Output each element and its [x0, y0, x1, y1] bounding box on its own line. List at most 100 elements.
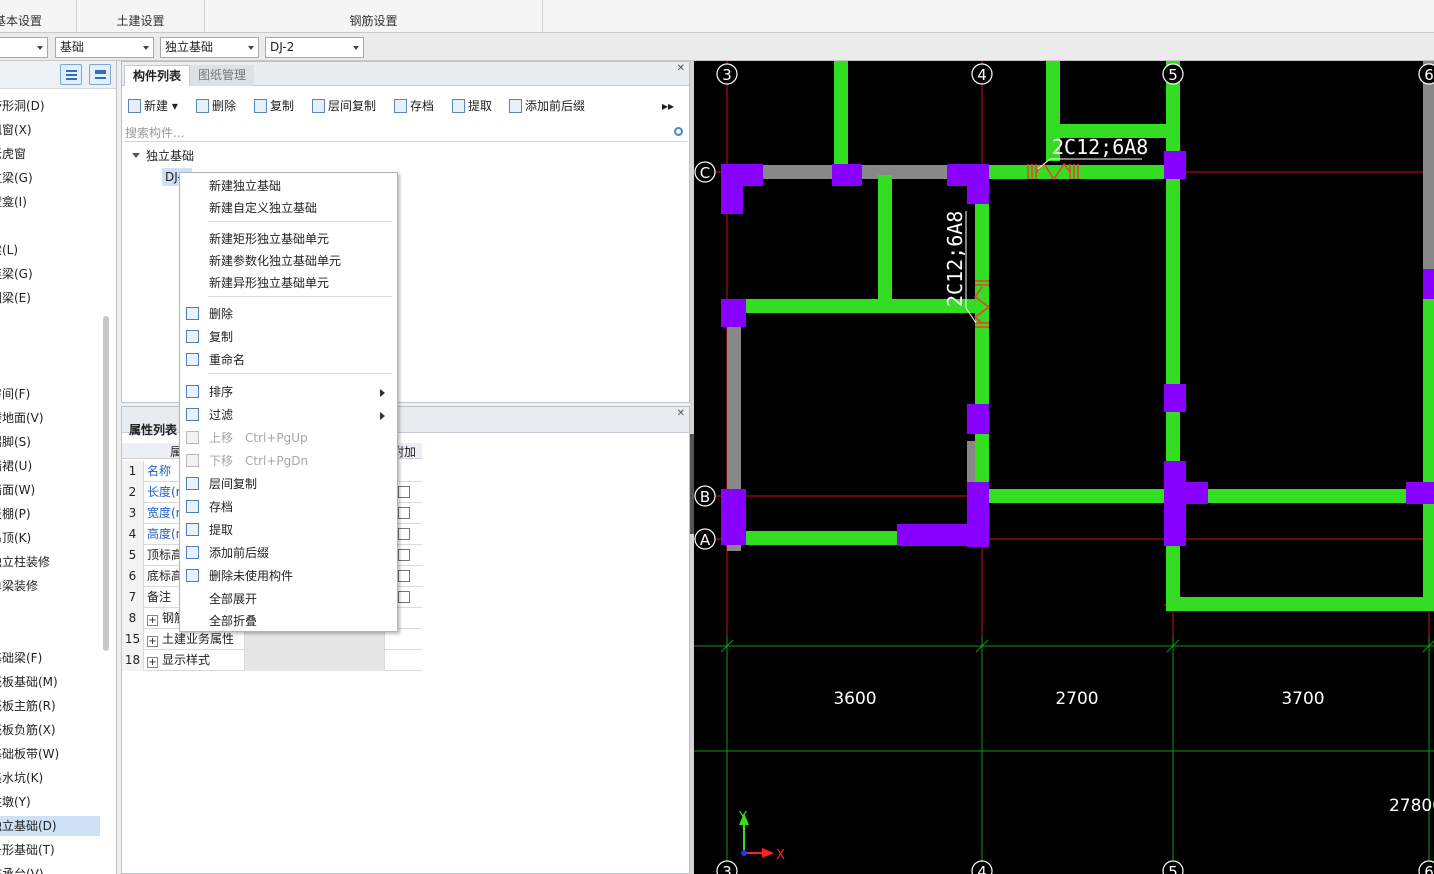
sidebar-item[interactable]: 独立柱装修 — [0, 552, 100, 572]
sidebar-item[interactable]: 房间(F) — [0, 384, 100, 404]
sidebar-item[interactable]: 天棚(P) — [0, 504, 100, 524]
property-value[interactable] — [244, 650, 384, 671]
ucs-x-label: X — [776, 848, 785, 863]
floor-copy-icon — [312, 99, 325, 113]
context-menu-item[interactable]: 新建自定义独立基础 — [180, 197, 397, 219]
menu-separator — [208, 221, 392, 222]
context-menu-item[interactable]: 全部折叠 — [180, 610, 397, 632]
add-prefix-suffix-button[interactable]: 添加前后缀 — [507, 96, 585, 116]
axis-bubble-6-bottom: 6 — [1424, 863, 1434, 874]
floor-copy-icon — [186, 477, 199, 490]
floor-select[interactable] — [0, 37, 48, 58]
property-row[interactable]: 15 + 土建业务属性 — [122, 629, 422, 650]
list-view-button[interactable] — [60, 64, 82, 85]
add-checkbox[interactable] — [398, 528, 410, 540]
ribbon-group-basic[interactable]: 基本设置 — [0, 0, 77, 33]
toolbar-overflow-button[interactable]: ▸▸ — [662, 96, 674, 116]
sidebar-item[interactable]: 柱墩(Y) — [0, 792, 100, 812]
search-input[interactable]: 搜索构件... — [124, 124, 687, 142]
close-icon[interactable]: ✕ — [677, 63, 685, 74]
add-checkbox[interactable] — [398, 549, 410, 561]
ribbon-group-civil[interactable]: 土建设置 — [77, 0, 205, 33]
sidebar-item[interactable]: 踢脚(S) — [0, 432, 100, 452]
context-menu-item[interactable]: 添加前后缀 — [180, 542, 397, 564]
sidebar-item[interactable]: 吊顶(K) — [0, 528, 100, 548]
context-menu-shortcut: Ctrl+PgDn — [245, 454, 309, 468]
expand-icon[interactable]: + — [147, 657, 158, 668]
context-menu-item[interactable]: 新建参数化独立基础单元 — [180, 250, 397, 272]
context-menu-item: 上移 Ctrl+PgUp — [180, 427, 397, 449]
property-row[interactable]: 18 + 显示样式 — [122, 650, 422, 671]
rebar-label-vertical: 2C12;6A8 — [943, 211, 967, 307]
category-select[interactable]: 基础 — [55, 37, 154, 58]
sidebar-item[interactable]: 筏板负筋(X) — [0, 720, 100, 740]
sidebar-item[interactable]: 带形洞(D) — [0, 96, 100, 116]
category-value: 基础 — [60, 40, 85, 54]
context-menu-item[interactable]: 删除未使用构件 — [180, 565, 397, 587]
sidebar-item[interactable]: 连梁(G) — [0, 264, 100, 284]
add-checkbox[interactable] — [398, 570, 410, 582]
sidebar-item[interactable]: 单梁装修 — [0, 576, 100, 596]
tree-collapse-icon[interactable] — [132, 153, 140, 158]
sidebar-item[interactable]: 筏板基础(M) — [0, 672, 100, 692]
tree-root-isolated-foundation[interactable]: 独立基础 — [132, 148, 194, 164]
sidebar-item[interactable]: 集水坑(K) — [0, 768, 100, 788]
close-icon[interactable]: ✕ — [677, 408, 685, 419]
sidebar-item[interactable]: 过梁(G) — [0, 168, 100, 188]
context-menu-item[interactable]: 提取 — [180, 519, 397, 541]
drawing-canvas[interactable]: 2C12;6A8 2C12;6A8 3 4 5 6 C B A 3 4 5 6 … — [694, 61, 1434, 874]
type-select[interactable]: 独立基础 — [160, 37, 259, 58]
sidebar-item[interactable]: 楼地面(V) — [0, 408, 100, 428]
sidebar-item[interactable]: 筏板主筋(R) — [0, 696, 100, 716]
ribbon-group-rebar[interactable]: 钢筋设置 — [205, 0, 543, 33]
new-button[interactable]: 新建 ▾ — [126, 96, 178, 116]
extract-icon — [186, 523, 199, 536]
nav-scrollbar[interactable] — [103, 316, 109, 651]
sidebar-item[interactable]: 条形基础(T) — [0, 840, 100, 860]
tab-drawing-management[interactable]: 图纸管理 — [190, 65, 255, 86]
context-menu-item[interactable]: 重命名 — [180, 349, 397, 371]
context-menu-item[interactable]: 新建矩形独立基础单元 — [180, 228, 397, 250]
tab-component-list[interactable]: 构件列表 — [124, 65, 191, 86]
add-checkbox[interactable] — [398, 486, 410, 498]
context-menu-item[interactable]: 层间复制 — [180, 473, 397, 495]
search-icon[interactable] — [674, 127, 683, 136]
copy-icon — [186, 330, 199, 343]
property-value[interactable] — [244, 629, 384, 650]
context-menu-item[interactable]: 存档 — [180, 496, 397, 518]
icon-view-button[interactable] — [89, 64, 111, 85]
context-menu-item[interactable]: 新建异形独立基础单元 — [180, 272, 397, 294]
context-menu-item[interactable]: 新建独立基础 — [180, 175, 397, 197]
add-checkbox[interactable] — [398, 507, 410, 519]
copy-button[interactable]: 复制 — [252, 96, 294, 116]
sidebar-item[interactable]: 飘窗(X) — [0, 120, 100, 140]
component-select[interactable]: DJ-2 — [265, 37, 364, 58]
sidebar-item[interactable]: 墙面(W) — [0, 480, 100, 500]
sidebar-item[interactable]: 桩承台(V) — [0, 864, 100, 874]
context-menu-item[interactable]: 排序 — [180, 381, 397, 403]
sidebar-item[interactable]: 壁龛(I) — [0, 192, 100, 212]
context-menu-item[interactable]: 全部展开 — [180, 588, 397, 610]
dimension-3600: 3600 — [833, 689, 876, 709]
add-checkbox[interactable] — [398, 591, 410, 603]
sidebar-item[interactable]: 老虎窗 — [0, 144, 100, 164]
expand-icon[interactable]: + — [147, 636, 158, 647]
property-name-text: 显示样式 — [162, 653, 211, 667]
context-menu-item[interactable]: 删除 — [180, 303, 397, 325]
sidebar-item[interactable]: 基础梁(F) — [0, 648, 100, 668]
context-menu-item[interactable]: 复制 — [180, 326, 397, 348]
sidebar-item[interactable]: 墙裙(U) — [0, 456, 100, 476]
sidebar-item[interactable]: 基础板带(W) — [0, 744, 100, 764]
sidebar-item[interactable]: 独立基础(D) — [0, 816, 100, 836]
floor-copy-button[interactable]: 层间复制 — [310, 96, 376, 116]
delete-button[interactable]: 删除 — [194, 96, 236, 116]
property-row-number: 5 — [122, 545, 144, 566]
sidebar-item[interactable]: 梁(L) — [0, 240, 100, 260]
sidebar-item[interactable]: 圈梁(E) — [0, 288, 100, 308]
save-button[interactable]: 存档 — [392, 96, 434, 116]
extract-button[interactable]: 提取 — [450, 96, 492, 116]
context-menu-label: 删除 — [209, 307, 234, 321]
expand-icon[interactable]: + — [147, 615, 158, 626]
context-menu-item[interactable]: 过滤 — [180, 404, 397, 426]
axis-bubble-C: C — [700, 164, 710, 182]
